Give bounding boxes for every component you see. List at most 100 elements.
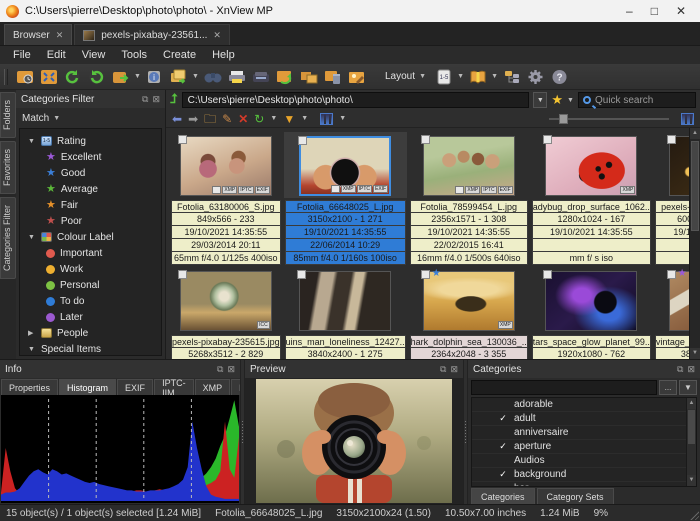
menu-edit[interactable]: Edit — [40, 48, 73, 62]
browser-mode-icon[interactable] — [14, 67, 35, 86]
browse-book-icon[interactable] — [467, 67, 488, 86]
photo-thumbnail[interactable]: ICC — [669, 136, 689, 196]
thumbnail-cell[interactable]: XMP adybug_drop_surface_1062..1280x1024 … — [531, 132, 652, 265]
thumbnail-checkbox[interactable] — [178, 135, 187, 144]
view-mode-dropdown-icon[interactable]: ▼ — [339, 115, 346, 122]
scroll-down-icon[interactable]: ▼ — [687, 475, 696, 486]
workspace-icon[interactable] — [501, 67, 522, 86]
category-item[interactable]: adorable — [472, 398, 686, 412]
thumbnail-size-slider[interactable] — [549, 118, 669, 120]
quick-search-input[interactable]: Quick search — [578, 92, 696, 108]
rename-icon[interactable]: ✎ — [222, 113, 232, 125]
thumbnail-checkbox[interactable] — [421, 270, 430, 279]
copy-move-dropdown-icon[interactable]: ▼ — [192, 73, 199, 80]
copy-move-icon[interactable] — [168, 67, 189, 86]
toolbar-grip[interactable] — [4, 69, 8, 85]
category-dropdown-icon[interactable]: ▼ — [679, 380, 697, 395]
tab-categories[interactable]: Categories — [471, 488, 535, 504]
search-binoculars-icon[interactable] — [202, 67, 223, 86]
fullscreen-icon[interactable] — [38, 67, 59, 86]
close-panel-icon[interactable]: ⊠ — [450, 364, 458, 375]
category-filter-input[interactable] — [471, 380, 657, 395]
rotate-right-icon[interactable] — [86, 67, 107, 86]
side-tab-favorites[interactable]: Favorites — [0, 141, 16, 194]
maximize-button[interactable]: □ — [651, 4, 658, 18]
thumbnail-grid-icon[interactable] — [681, 113, 694, 125]
match-dropdown[interactable]: Match — [22, 113, 49, 124]
thumbnail-cell[interactable]: XMPIPTCEXIF Fotolia_78599454_L.jpg2356x1… — [409, 132, 529, 265]
scroll-down-icon[interactable]: ▼ — [690, 348, 700, 359]
minimize-button[interactable]: – — [626, 4, 633, 18]
slideshow-icon[interactable] — [274, 67, 295, 86]
tree-item-excellent[interactable]: ★Excellent — [20, 149, 161, 165]
favorites-star-icon[interactable]: ★ — [551, 92, 563, 108]
edit-image-icon[interactable] — [346, 67, 367, 86]
close-panel-icon[interactable]: ⊠ — [687, 364, 695, 375]
photo-thumbnail[interactable] — [545, 271, 637, 331]
category-item[interactable]: ✓background — [472, 468, 686, 482]
float-panel-icon[interactable]: ⧉ — [440, 364, 446, 375]
thumbnail-checkbox[interactable] — [178, 270, 187, 279]
close-panel-icon[interactable]: ⊠ — [227, 364, 235, 375]
file-info-icon[interactable]: i — [144, 67, 165, 86]
forward-icon[interactable]: ➡ — [188, 113, 198, 125]
float-panel-icon[interactable]: ⧉ — [142, 94, 148, 105]
float-panel-icon[interactable]: ⧉ — [217, 364, 223, 375]
preview-image[interactable] — [245, 378, 463, 504]
new-folder-icon[interactable]: 🗀 — [204, 113, 216, 125]
category-checkbox[interactable]: ✓ — [498, 413, 508, 424]
tree-item-poor[interactable]: ★Poor — [20, 213, 161, 229]
refresh-icon[interactable]: ↻ — [254, 113, 264, 125]
scrollbar-thumb[interactable] — [691, 141, 699, 231]
tree-item-important[interactable]: Important — [20, 245, 161, 261]
folder-up-icon[interactable]: ⮥ — [170, 91, 178, 107]
tab-iptc[interactable]: IPTC-IIM — [154, 379, 194, 395]
category-checkbox[interactable]: ✓ — [498, 469, 508, 480]
photo-thumbnail[interactable]: XMPIPTCEXIF — [299, 136, 391, 196]
rotate-left-icon[interactable] — [62, 67, 83, 86]
resize-grip[interactable] — [689, 510, 699, 520]
help-icon[interactable]: ? — [549, 67, 570, 86]
photo-thumbnail[interactable] — [299, 271, 391, 331]
photo-thumbnail[interactable]: ★ XMP — [669, 271, 689, 331]
tree-item-average[interactable]: ★Average — [20, 181, 161, 197]
menu-create[interactable]: Create — [156, 48, 203, 62]
thumbnail-cell-selected[interactable]: XMPIPTCEXIF Fotolia_66648025_L.jpg3150x2… — [284, 132, 407, 265]
delete-icon[interactable] — [322, 67, 343, 86]
thumbnail-cell[interactable]: ★ XMP vintage_retro_camera_1265..3840x21… — [654, 267, 689, 359]
path-dropdown-icon[interactable]: ▼ — [533, 92, 547, 108]
thumbnail-checkbox[interactable] — [543, 135, 552, 144]
category-item[interactable]: ✓adult — [472, 412, 686, 426]
thumbnail-cell[interactable]: XMPIPTCEXIF Fotolia_63180006_S.jpg849x56… — [170, 132, 282, 265]
favorites-dropdown-icon[interactable]: ▼ — [567, 97, 574, 104]
menu-view[interactable]: View — [75, 48, 113, 62]
scroll-up-icon[interactable]: ▲ — [690, 128, 700, 139]
compare-icon[interactable] — [298, 67, 319, 86]
tab-exif[interactable]: EXIF — [117, 379, 153, 395]
tree-item-good[interactable]: ★Good — [20, 165, 161, 181]
category-item[interactable]: Audios — [472, 454, 686, 468]
thumbnail-cell[interactable]: ICC pexels-lilartsy-1213447.jpg6000x4000… — [654, 132, 689, 265]
filter-dropdown-icon[interactable]: ▼ — [301, 115, 308, 122]
photo-thumbnail[interactable]: XMP — [545, 136, 637, 196]
side-tab-categories-filter[interactable]: Categories Filter — [0, 197, 16, 279]
close-panel-icon[interactable]: ⊠ — [152, 94, 160, 105]
view-mode-icon[interactable] — [320, 113, 333, 125]
layout-preset-icon[interactable]: 1-5 — [433, 67, 454, 86]
tree-item-work[interactable]: Work — [20, 261, 161, 277]
match-dropdown-icon[interactable]: ▼ — [53, 115, 60, 122]
tree-item-later[interactable]: Later — [20, 309, 161, 325]
layout-preset-dropdown-icon[interactable]: ▼ — [457, 73, 464, 80]
tree-item-personal[interactable]: Personal — [20, 277, 161, 293]
thumbnail-checkbox[interactable] — [667, 135, 676, 144]
thumbnail-checkbox[interactable] — [421, 135, 430, 144]
tab-category-sets[interactable]: Category Sets — [537, 488, 614, 504]
scroll-up-icon[interactable]: ▲ — [687, 398, 696, 409]
convert-icon[interactable] — [110, 67, 131, 86]
tree-item-todo[interactable]: To do — [20, 293, 161, 309]
thumbnail-cell[interactable]: ICC pexels-pixabay-235615.jpg5268x3512 -… — [170, 267, 282, 359]
thumbnail-cell[interactable]: ★ XMP hark_dolphin_sea_130036_..2364x204… — [409, 267, 529, 359]
menu-help[interactable]: Help — [205, 48, 242, 62]
filter-funnel-icon[interactable]: ▼ — [283, 113, 295, 125]
refresh-dropdown-icon[interactable]: ▼ — [270, 115, 277, 122]
